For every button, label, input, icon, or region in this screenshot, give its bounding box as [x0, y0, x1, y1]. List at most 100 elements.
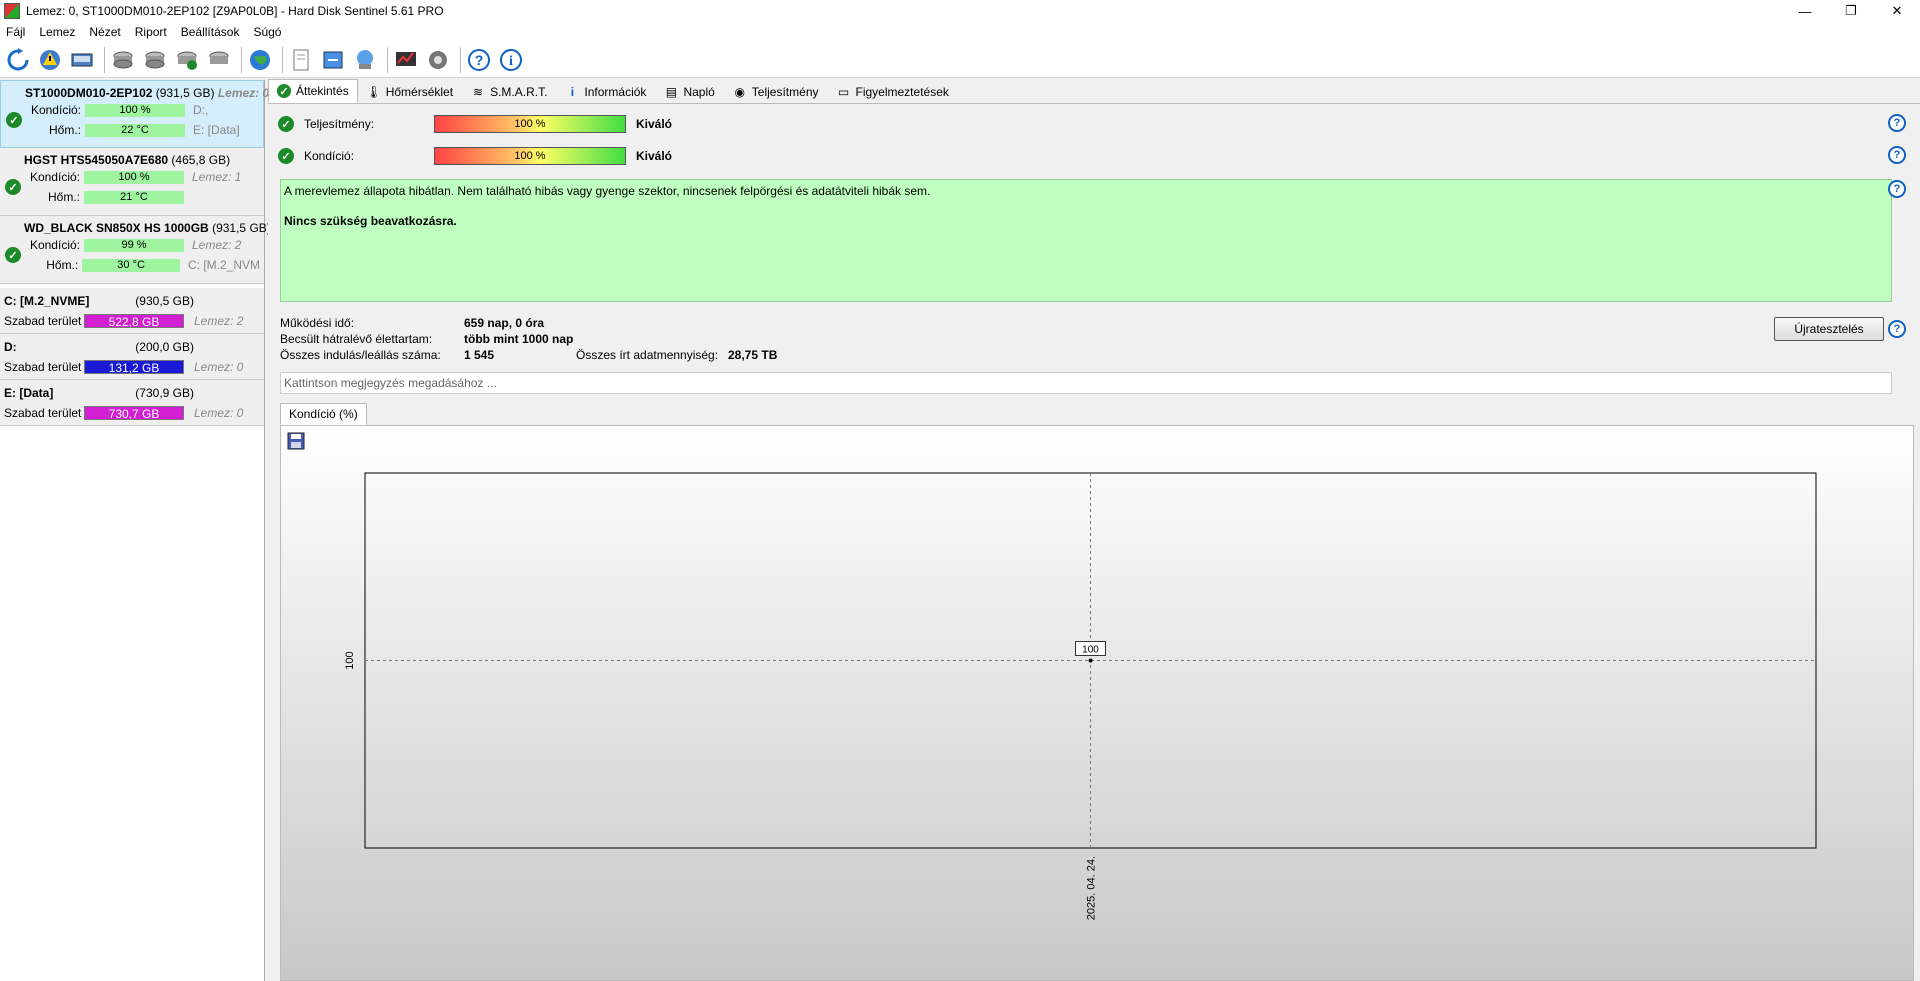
svg-text:?: ?	[475, 52, 484, 68]
refresh-icon[interactable]	[4, 46, 32, 74]
alerts-icon: ▭	[837, 85, 850, 99]
alert-icon[interactable]	[36, 46, 64, 74]
condition-chart: 100 2025. 04. 24. 100	[344, 472, 1817, 920]
disk-partitions-2: E: [Data]	[193, 123, 240, 137]
startstop-value: 1 545	[464, 348, 495, 362]
written-label: Összes írt adatmennyiség:	[576, 348, 719, 362]
disk-list-panel: ST1000DM010-2EP102 (931,5 GB) Lemez: 0 ✓…	[0, 80, 271, 981]
tab-label: Áttekintés	[296, 84, 349, 98]
tab-label: Teljesítmény	[751, 85, 819, 99]
drive-scan-icon[interactable]	[141, 46, 169, 74]
retest-button[interactable]: Újratesztelés	[1774, 317, 1884, 341]
log-icon: ▤	[665, 85, 678, 99]
temperature-bar: 21 °C	[84, 190, 184, 204]
minimize-button[interactable]: —	[1782, 0, 1828, 22]
menu-report[interactable]: Riport	[135, 25, 167, 39]
performance-row: ✓ Teljesítmény: 100 % Kiváló	[278, 113, 672, 135]
volume-disk: Lemez: 0	[194, 406, 244, 420]
maximize-button[interactable]: ❐	[1828, 0, 1874, 22]
send-report-icon[interactable]	[319, 46, 347, 74]
disk-name: ST1000DM010-2EP102	[25, 86, 153, 100]
tab-smart[interactable]: ≋ S.M.A.R.T.	[462, 81, 556, 103]
close-button[interactable]: ✕	[1874, 0, 1920, 22]
menu-settings[interactable]: Beállítások	[181, 25, 240, 39]
tab-performance[interactable]: ◉ Teljesítmény	[724, 81, 828, 103]
menu-help[interactable]: Súgó	[253, 25, 281, 39]
condition-rating: Kiváló	[636, 149, 673, 163]
svg-text:i: i	[509, 54, 513, 69]
network-icon[interactable]	[351, 46, 379, 74]
help-icon[interactable]: ?	[1888, 180, 1906, 198]
menu-bar: Fájl Lemez Nézet Riport Beállítások Súgó	[0, 22, 1920, 42]
check-icon: ✓	[5, 247, 21, 263]
help-icon[interactable]: ?	[1888, 320, 1906, 338]
disk-item-0[interactable]: ST1000DM010-2EP102 (931,5 GB) Lemez: 0 ✓…	[0, 80, 269, 148]
help-icon[interactable]: ?	[1888, 146, 1906, 164]
data-label: 100	[1082, 645, 1099, 656]
drive-ok-icon[interactable]	[173, 46, 201, 74]
condition-bar: 100 %	[434, 147, 626, 165]
app-icon	[4, 3, 20, 19]
uptime-label: Működési idő:	[280, 316, 355, 330]
help-icon[interactable]: ?	[465, 46, 493, 74]
help-icon[interactable]: ?	[1888, 114, 1906, 132]
data-point	[1088, 658, 1093, 663]
lifetime-value: több mint 1000 nap	[464, 332, 574, 346]
free-space-label: Szabad terület	[4, 406, 82, 420]
disk-number: Lemez: 1	[192, 170, 242, 184]
report-icon[interactable]	[287, 46, 315, 74]
condition-bar: 100 %	[85, 103, 185, 117]
disk-item-1[interactable]: HGST HTS545050A7E680 (465,8 GB) ✓ Kondíc…	[0, 148, 264, 216]
volume-size: (930,5 GB)	[135, 294, 194, 308]
performance-rating: Kiváló	[636, 117, 673, 131]
disk-partitions: D:,	[193, 103, 209, 117]
chart-tab-condition[interactable]: Kondíció (%)	[280, 403, 367, 425]
globe-icon[interactable]	[246, 46, 274, 74]
main-panel: ✓ Áttekintés 🌡 Hőmérséklet ≋ S.M.A.R.T. i In…	[268, 79, 1920, 981]
volume-item-c[interactable]: C: [M.2_NVME] (930,5 GB) Szabad terület 52…	[0, 288, 264, 334]
volume-item-d[interactable]: D: (200,0 GB) Szabad terület 131,2 GB Lemez…	[0, 334, 264, 380]
toolbar: ? i	[0, 42, 1920, 78]
tab-alerts[interactable]: ▭ Figyelmeztetések	[828, 81, 958, 103]
disk-item-2[interactable]: WD_BLACK SN850X HS 1000GB (931,5 GB) ✓ K…	[0, 216, 271, 284]
temperature-bar: 30 °C	[82, 258, 180, 272]
disk-size: (465,8 GB)	[171, 153, 231, 167]
tab-information[interactable]: i Információk	[556, 81, 655, 103]
volume-size: (730,9 GB)	[135, 386, 194, 400]
volume-disk: Lemez: 0	[194, 360, 244, 374]
menu-disk[interactable]: Lemez	[39, 25, 75, 39]
info-icon: i	[570, 85, 575, 99]
gauge-icon: ◉	[734, 85, 746, 99]
drive-icon[interactable]	[109, 46, 137, 74]
performance-label: Teljesítmény:	[304, 117, 375, 131]
check-icon: ✓	[278, 116, 294, 132]
disk-size: (931,5 GB)	[155, 86, 215, 100]
tab-log[interactable]: ▤ Napló	[655, 81, 723, 103]
x-tick-label: 2025. 04. 24.	[1086, 856, 1098, 920]
status-message: A merevlemez állapota hibátlan. Nem talá…	[284, 184, 931, 198]
tab-label: Hőmérséklet	[385, 85, 454, 99]
volume-name: E: [Data]	[4, 386, 54, 400]
menu-view[interactable]: Nézet	[89, 25, 120, 39]
written-value: 28,75 TB	[728, 348, 778, 362]
free-space-bar: 131,2 GB	[84, 360, 184, 375]
disk-info-icon[interactable]	[68, 46, 96, 74]
uptime-value: 659 nap, 0 óra	[464, 316, 545, 330]
sound-icon[interactable]	[424, 46, 452, 74]
chart-area: 100 2025. 04. 24. 100	[280, 425, 1914, 981]
y-tick-label: 100	[344, 651, 356, 669]
free-space-label: Szabad terület	[4, 314, 82, 328]
note-input[interactable]: Kattintson megjegyzés megadásához ...	[280, 372, 1892, 394]
check-icon: ✓	[5, 179, 21, 195]
volume-item-e[interactable]: E: [Data] (730,9 GB) Szabad terület 730,7 …	[0, 380, 264, 426]
drive-test-icon[interactable]	[205, 46, 233, 74]
benchmark-icon[interactable]	[392, 46, 420, 74]
info-icon[interactable]: i	[497, 46, 525, 74]
disk-number: Lemez: 2	[192, 238, 242, 252]
smart-icon: ≋	[473, 85, 484, 99]
tab-temperature[interactable]: 🌡 Hőmérséklet	[358, 81, 462, 103]
menu-file[interactable]: Fájl	[6, 25, 25, 39]
tab-bar: ✓ Áttekintés 🌡 Hőmérséklet ≋ S.M.A.R.T. i In…	[268, 79, 1920, 104]
temperature-bar: 22 °C	[85, 123, 185, 137]
tab-overview[interactable]: ✓ Áttekintés	[268, 79, 358, 103]
